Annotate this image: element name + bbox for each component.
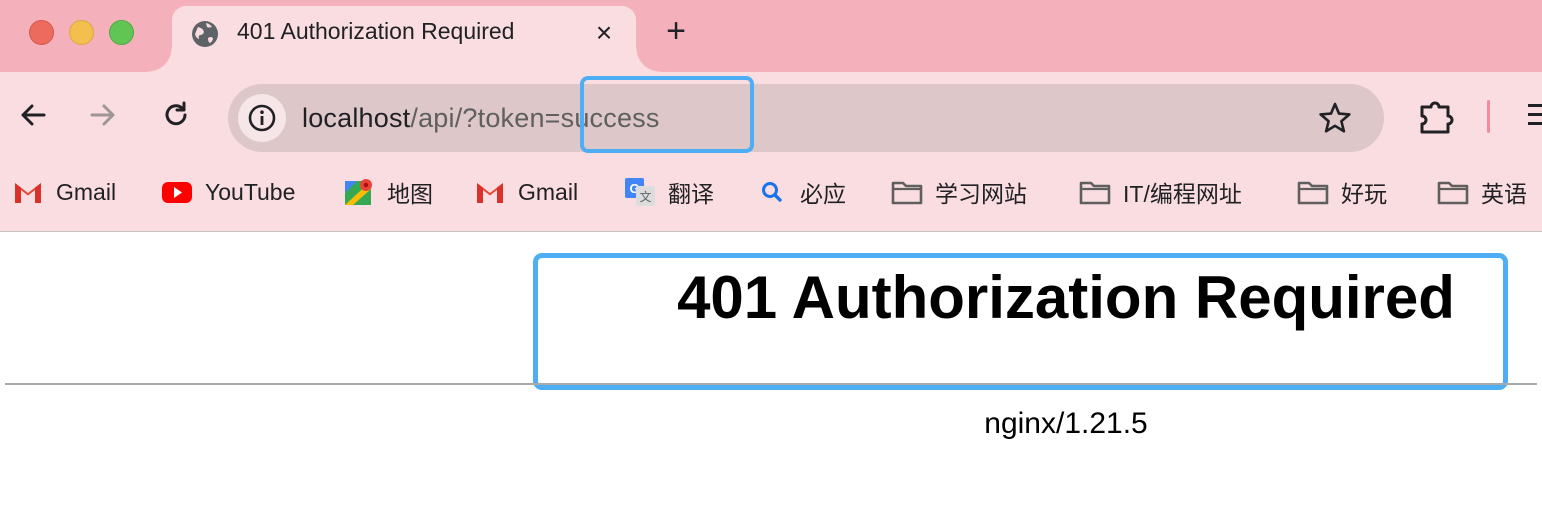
bookmark-label: Gmail xyxy=(518,178,579,205)
folder-icon xyxy=(1437,177,1469,207)
bookmark-youtube[interactable]: YouTube xyxy=(161,176,295,208)
tab-active[interactable]: 401 Authorization Required × xyxy=(172,6,636,72)
tab-title: 401 Authorization Required xyxy=(237,18,515,44)
tab-corner xyxy=(636,48,660,72)
close-window-button[interactable] xyxy=(29,20,54,45)
back-button[interactable] xyxy=(18,100,48,130)
folder-icon xyxy=(1297,177,1329,207)
maximize-window-button[interactable] xyxy=(109,20,134,45)
new-tab-button[interactable]: + xyxy=(658,13,694,49)
tab-strip: 401 Authorization Required × + xyxy=(0,0,1542,72)
reload-button[interactable] xyxy=(161,100,191,130)
bookmark-label: 翻译 xyxy=(668,181,714,207)
gmail-icon xyxy=(474,177,506,207)
tab-corner xyxy=(148,48,172,72)
bookmark-label: 英语 xyxy=(1481,181,1527,207)
bookmark-label: Gmail xyxy=(56,178,117,205)
bookmark-label: IT/编程网址 xyxy=(1123,181,1242,207)
bookmark-folder-it[interactable]: IT/编程网址 xyxy=(1079,176,1242,208)
bookmark-label: 学习网站 xyxy=(935,181,1027,207)
bookmark-label: 好玩 xyxy=(1341,181,1387,207)
browser-window: 401 Authorization Required × + localhost… xyxy=(0,0,1542,526)
maps-icon xyxy=(343,177,375,207)
search-icon xyxy=(756,177,788,207)
bookmarks-bar: Gmail YouTube 地图 Gmail G 文 翻译 必应 学习网站 IT… xyxy=(0,162,1542,232)
address-bar[interactable]: localhost/api/?token=success xyxy=(228,84,1384,152)
menu-icon[interactable] xyxy=(1528,104,1542,126)
reload-icon xyxy=(165,101,187,126)
heading-highlight-box xyxy=(533,253,1508,390)
bookmark-star-icon[interactable] xyxy=(1318,101,1352,135)
url-highlight-box xyxy=(580,76,754,153)
folder-icon xyxy=(1079,177,1111,207)
svg-text:文: 文 xyxy=(639,189,651,204)
toolbar: localhost/api/?token=success xyxy=(0,72,1542,162)
bookmark-label: YouTube xyxy=(205,178,296,205)
forward-button[interactable] xyxy=(88,100,118,130)
gmail-icon xyxy=(12,177,44,207)
folder-icon xyxy=(891,177,923,207)
bookmark-gmail-2[interactable]: Gmail xyxy=(474,176,578,208)
page-content: 401 Authorization Required nginx/1.21.5 xyxy=(0,233,1542,526)
arrow-right-icon xyxy=(90,104,115,126)
site-info-button[interactable] xyxy=(238,94,286,142)
toolbar-divider xyxy=(1487,100,1490,133)
bookmark-translate[interactable]: G 文 翻译 xyxy=(624,176,714,208)
globe-icon xyxy=(190,19,220,49)
bookmark-label: 必应 xyxy=(800,181,846,207)
translate-icon: G 文 xyxy=(624,177,656,207)
url-host: localhost xyxy=(302,103,411,133)
minimize-window-button[interactable] xyxy=(69,20,94,45)
info-icon xyxy=(248,104,276,132)
bookmark-maps[interactable]: 地图 xyxy=(343,176,433,208)
bookmark-gmail[interactable]: Gmail xyxy=(12,176,116,208)
divider xyxy=(5,383,1537,385)
youtube-icon xyxy=(161,177,193,207)
bookmark-label: 地图 xyxy=(387,181,433,207)
bookmark-folder-fun[interactable]: 好玩 xyxy=(1297,176,1387,208)
bookmark-bing[interactable]: 必应 xyxy=(756,176,846,208)
bookmark-folder-english[interactable]: 英语 xyxy=(1437,176,1527,208)
bookmark-folder-study[interactable]: 学习网站 xyxy=(891,176,1027,208)
arrow-left-icon xyxy=(21,104,46,126)
server-signature: nginx/1.21.5 xyxy=(984,407,1148,440)
extensions-puzzle-icon[interactable] xyxy=(1418,99,1456,135)
close-tab-icon[interactable]: × xyxy=(590,15,618,51)
